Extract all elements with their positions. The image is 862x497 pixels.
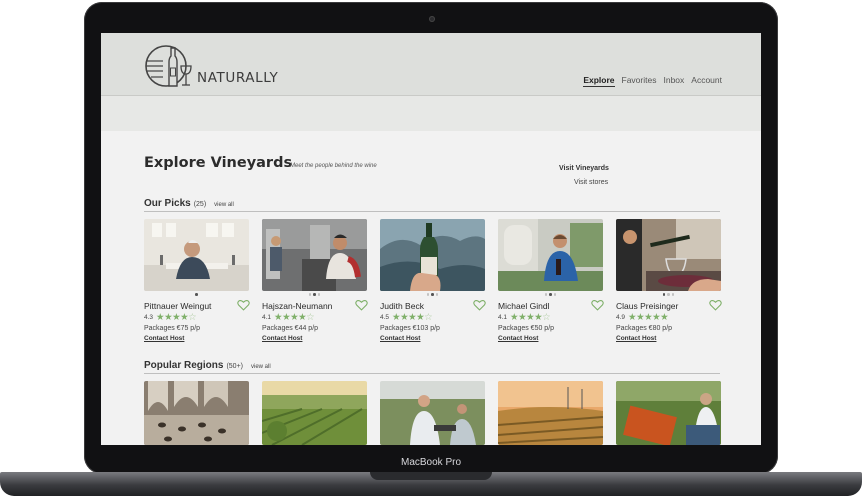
package-price: Packages €103 p/p [380, 325, 440, 332]
nav-inbox[interactable]: Inbox [663, 75, 684, 87]
contact-host-link[interactable]: Contact Host [498, 335, 538, 342]
star-rating: ★★★★★ [628, 312, 669, 323]
region-photo[interactable] [262, 381, 367, 445]
region-photo[interactable] [144, 381, 249, 445]
visit-vineyards-link[interactable]: Visit Vineyards [559, 165, 609, 172]
logo-text: NATURALLY [197, 70, 279, 86]
region-photo[interactable] [616, 381, 721, 445]
page-subtitle: Meet the people behind the wine [290, 163, 377, 169]
package-price: Packages €50 p/p [498, 325, 555, 332]
contact-host-link[interactable]: Contact Host [144, 335, 184, 342]
rating-value: 4.5 [380, 314, 390, 321]
heart-icon[interactable] [237, 299, 250, 311]
package-price: Packages €75 p/p [144, 325, 201, 332]
nav-explore[interactable]: Explore [583, 75, 615, 87]
region-photo[interactable] [498, 381, 603, 445]
popular-regions-title: Popular Regions [144, 360, 224, 371]
camera-icon [429, 16, 435, 22]
visit-stores-link[interactable]: Visit stores [574, 179, 608, 186]
star-rating: ★★★★☆ [156, 312, 197, 323]
heart-icon[interactable] [473, 299, 486, 311]
rating-value: 4.1 [262, 314, 272, 321]
our-picks-view-all-link[interactable]: view all [214, 202, 234, 208]
star-rating: ★★★★☆ [274, 312, 315, 323]
heart-icon[interactable] [591, 299, 604, 311]
region-photo[interactable] [380, 381, 485, 445]
rating: 4.3 ★★★★☆ [144, 312, 197, 323]
vineyard-photo[interactable] [262, 219, 367, 291]
rating: 4.5 ★★★★☆ [380, 312, 433, 323]
star-rating: ★★★★☆ [510, 312, 551, 323]
vineyard-name[interactable]: Claus Preisinger [616, 301, 678, 311]
heart-icon[interactable] [355, 299, 368, 311]
contact-host-link[interactable]: Contact Host [616, 335, 656, 342]
rating: 4.9 ★★★★★ [616, 312, 669, 323]
our-picks-heading: Our Picks (25) view all [144, 198, 234, 209]
nav-account[interactable]: Account [691, 75, 722, 87]
carousel-dots[interactable] [380, 293, 485, 296]
section-divider [144, 373, 720, 374]
popular-regions-heading: Popular Regions (50+) view all [144, 360, 271, 371]
vineyard-photo[interactable] [144, 219, 249, 291]
sub-nav: Visit Vineyards Visit stores [101, 95, 761, 186]
vineyard-photo[interactable] [498, 219, 603, 291]
rating-value: 4.3 [144, 314, 154, 321]
logo[interactable]: NATURALLY [144, 44, 278, 88]
carousel-dots[interactable] [498, 293, 603, 296]
site-header: NATURALLY Explore Favorites Inbox Accoun… [101, 33, 761, 95]
vineyard-name[interactable]: Pittnauer Weingut [144, 301, 211, 311]
vineyard-name[interactable]: Hajszan-Neumann [262, 301, 332, 311]
rating: 4.1 ★★★★☆ [262, 312, 315, 323]
heart-icon[interactable] [709, 299, 722, 311]
main-nav: Explore Favorites Inbox Account [583, 75, 722, 87]
laptop-notch [370, 472, 492, 480]
vineyard-photo[interactable] [380, 219, 485, 291]
vineyard-name[interactable]: Judith Beck [380, 301, 424, 311]
our-picks-title: Our Picks [144, 198, 191, 209]
carousel-dots[interactable] [616, 293, 721, 296]
carousel-dots[interactable] [262, 293, 367, 296]
rating-value: 4.9 [616, 314, 626, 321]
nav-favorites[interactable]: Favorites [622, 75, 657, 87]
contact-host-link[interactable]: Contact Host [262, 335, 302, 342]
section-divider [144, 211, 720, 212]
vineyard-photo[interactable] [616, 219, 721, 291]
our-picks-count: (25) [193, 201, 207, 208]
carousel-dots[interactable] [144, 293, 249, 296]
popular-regions-count: (50+) [226, 363, 243, 370]
device-model-label: MacBook Pro [400, 457, 462, 468]
vineyard-name[interactable]: Michael Gindl [498, 301, 550, 311]
package-price: Packages €80 p/p [616, 325, 673, 332]
wine-bottle-logo-icon [145, 45, 192, 87]
contact-host-link[interactable]: Contact Host [380, 335, 420, 342]
star-rating: ★★★★☆ [392, 312, 433, 323]
package-price: Packages €44 p/p [262, 325, 319, 332]
rating-value: 4.1 [498, 314, 508, 321]
popular-regions-view-all-link[interactable]: view all [251, 364, 271, 370]
rating: 4.1 ★★★★☆ [498, 312, 551, 323]
screen: NATURALLY Explore Favorites Inbox Accoun… [101, 33, 761, 445]
page-title: Explore Vineyards [144, 155, 293, 171]
